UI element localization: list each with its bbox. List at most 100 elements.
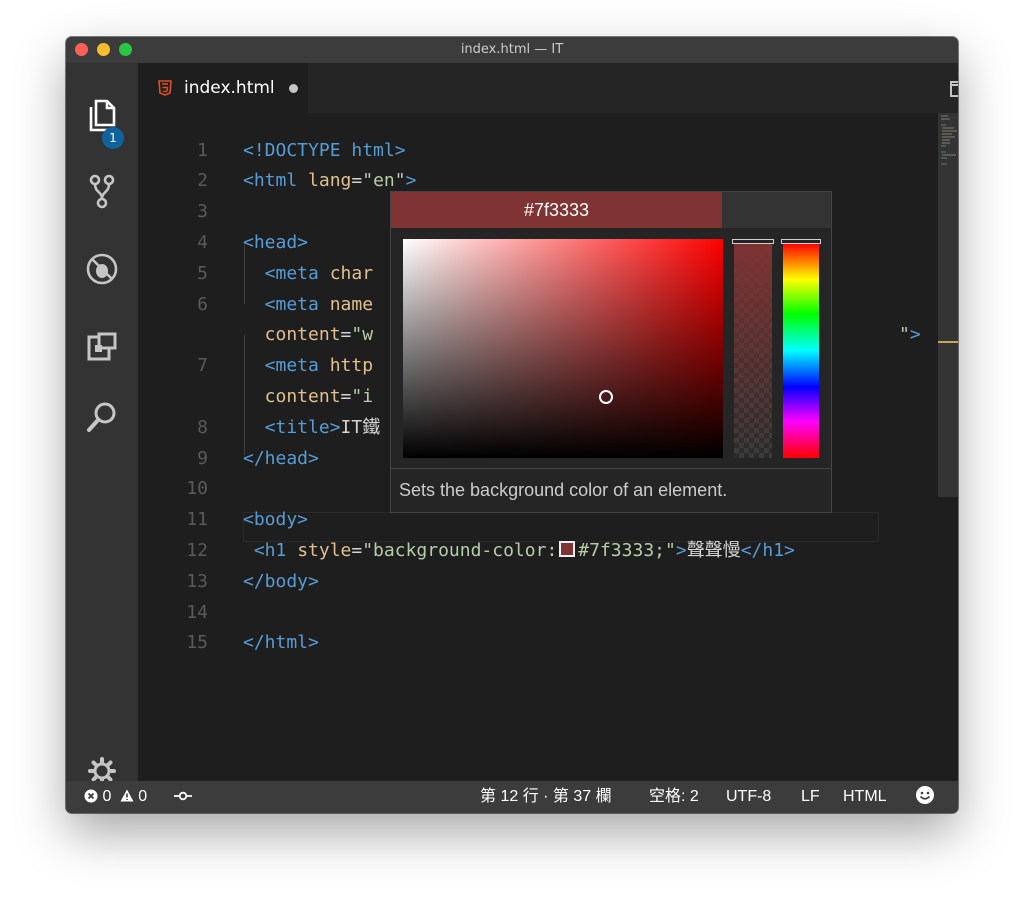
- unsaved-dot-icon[interactable]: [288, 83, 298, 93]
- code-token: http: [329, 355, 374, 377]
- code-token: "w: [351, 324, 374, 346]
- code-line[interactable]: content="i: [243, 382, 373, 412]
- code-line[interactable]: </body>: [243, 567, 319, 597]
- code-token: "background-color:: [362, 540, 558, 561]
- code-line[interactable]: content="w: [243, 320, 373, 350]
- code-token: >: [405, 170, 417, 192]
- code-token: <meta: [243, 355, 330, 377]
- code-token: </h1>: [740, 540, 795, 561]
- code-token: </html>: [243, 632, 319, 654]
- code-token: =: [340, 386, 352, 407]
- line-number: 3: [197, 201, 208, 223]
- code-token: style: [297, 540, 352, 561]
- line-number: 8: [197, 416, 208, 438]
- code-line[interactable]: <!DOCTYPE html>: [243, 136, 406, 166]
- search-icon[interactable]: [82, 397, 122, 437]
- line-number: 6: [197, 293, 208, 315]
- error-count: 0: [102, 788, 112, 805]
- code-line[interactable]: <h1 style="background-color: #7f3333;">聲聲…: [243, 536, 795, 566]
- smiley-icon[interactable]: [915, 781, 935, 813]
- code-token: =: [351, 170, 363, 192]
- status-bar: 0 0 第 12 行 · 第 37 欄 空格: 2 UTF-8 LF HTML: [66, 781, 958, 813]
- scrollbar-marker: [938, 341, 958, 343]
- end-of-line[interactable]: LF: [801, 781, 820, 813]
- title-bar: index.html — IT: [66, 37, 958, 63]
- color-swatch-icon[interactable]: [559, 541, 576, 557]
- code-token: <body>: [243, 509, 309, 531]
- code-token: lang: [308, 170, 352, 192]
- code-token: 聲聲慢: [686, 540, 741, 561]
- code-token: content: [243, 386, 341, 407]
- warning-icon: [120, 789, 134, 802]
- opacity-slider-handle[interactable]: [732, 239, 774, 244]
- code-token: <meta: [243, 293, 330, 315]
- code-line[interactable]: <title>IT鐵: [243, 413, 381, 443]
- indentation[interactable]: 空格: 2: [649, 781, 699, 813]
- code-token: =: [351, 540, 363, 561]
- tab-bar: index.html •••: [138, 63, 958, 113]
- html5-icon: [158, 80, 172, 96]
- tab-label: index.html: [184, 78, 275, 98]
- extensions-icon[interactable]: [82, 327, 122, 367]
- line-number: 1: [197, 139, 208, 161]
- code-token: "en": [362, 170, 406, 192]
- saturation-thumb[interactable]: [599, 390, 613, 404]
- hue-strip[interactable]: [783, 243, 819, 458]
- code-line[interactable]: <meta http: [243, 351, 373, 381]
- debug-icon[interactable]: [82, 249, 122, 289]
- saturation-box[interactable]: [403, 239, 723, 458]
- code-token: </head>: [243, 447, 319, 469]
- line-number: [138, 320, 208, 350]
- code-token: ">: [899, 324, 921, 346]
- live-share-icon[interactable]: [174, 781, 192, 813]
- code-token: </body>: [243, 570, 319, 592]
- code-token: "i: [351, 386, 374, 407]
- code-line[interactable]: <meta char: [243, 259, 373, 289]
- line-number: 12: [186, 540, 208, 561]
- code-token: <head>: [243, 232, 309, 253]
- code-line[interactable]: <body>: [243, 505, 308, 535]
- source-control-icon[interactable]: [82, 171, 122, 211]
- explorer-badge: 1: [102, 127, 124, 149]
- code-line[interactable]: <head>: [243, 228, 308, 258]
- scrollbar-thumb[interactable]: [938, 113, 958, 497]
- color-picker-header: #7f3333: [391, 192, 831, 228]
- line-number: 2: [197, 170, 208, 192]
- line-number: 14: [186, 601, 208, 623]
- code-line[interactable]: </html>: [243, 628, 319, 658]
- cursor-position[interactable]: 第 12 行 · 第 37 欄: [480, 781, 612, 813]
- current-color-hex[interactable]: #7f3333: [391, 192, 722, 228]
- split-editor-icon[interactable]: [950, 81, 958, 97]
- code-token: IT鐵: [340, 416, 381, 438]
- line-number: 9: [197, 447, 208, 469]
- line-number: 5: [197, 262, 208, 284]
- code-line[interactable]: </head>: [243, 444, 319, 474]
- line-number: 15: [186, 632, 208, 654]
- line-number: 13: [186, 570, 208, 592]
- original-color[interactable]: [722, 192, 831, 228]
- code-token: <meta: [243, 262, 330, 284]
- problems-indicator[interactable]: 0 0: [84, 781, 147, 813]
- opacity-strip[interactable]: [734, 243, 772, 458]
- vscode-window: index.html — IT 1 index.html 1 <!DOCTYPE…: [66, 37, 958, 813]
- code-token: <html: [243, 170, 309, 192]
- code-token: #7f3333;": [578, 540, 676, 561]
- error-icon: [84, 789, 98, 803]
- warning-count: 0: [138, 788, 148, 805]
- code-token: char: [329, 262, 374, 284]
- code-token: content: [243, 324, 341, 346]
- line-number: 4: [197, 232, 208, 253]
- line-number: [138, 382, 208, 412]
- line-number: 7: [197, 355, 208, 377]
- hue-slider-handle[interactable]: [781, 239, 821, 244]
- language-mode[interactable]: HTML: [843, 781, 887, 813]
- line-number: 11: [186, 509, 208, 531]
- code-token: <title>: [243, 416, 341, 438]
- code-token: =: [340, 324, 352, 346]
- code-line[interactable]: <meta name: [243, 290, 373, 320]
- encoding[interactable]: UTF-8: [726, 781, 771, 813]
- window-title: index.html — IT: [460, 42, 564, 57]
- code-token: <h1: [243, 540, 298, 561]
- tab-index-html[interactable]: index.html: [138, 63, 308, 113]
- code-token: >: [675, 540, 687, 561]
